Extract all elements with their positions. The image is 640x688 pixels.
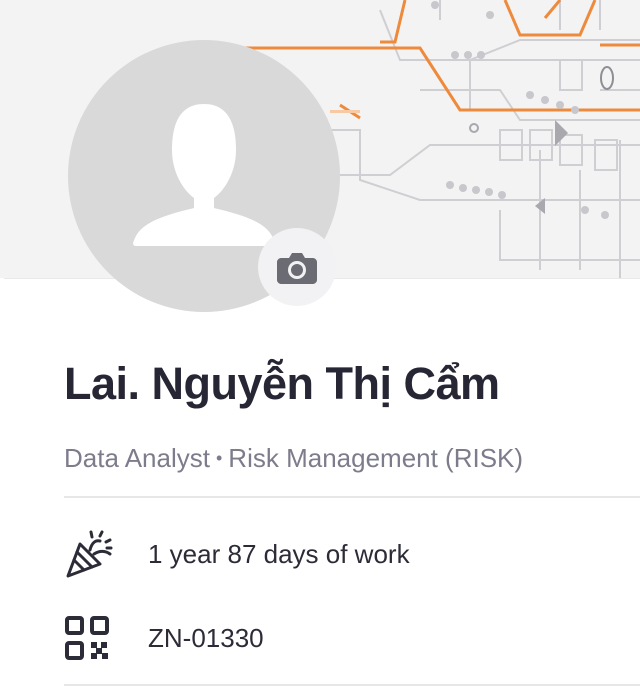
employee-name: Lai. Nguyễn Thị Cẩm xyxy=(64,358,500,409)
employee-code: ZN-01330 xyxy=(148,622,264,653)
profile-page: Lai. Nguyễn Thị Cẩm Data Analyst • Risk Ma… xyxy=(0,0,640,688)
qr-code-icon xyxy=(64,610,120,666)
party-popper-icon xyxy=(64,526,120,582)
camera-icon xyxy=(277,253,317,284)
employee-role-line: Data Analyst • Risk Management (RISK) xyxy=(64,443,523,474)
change-avatar-button[interactable] xyxy=(258,228,336,306)
job-title: Data Analyst xyxy=(64,443,210,473)
tenure-row: 1 year 87 days of work xyxy=(64,526,640,582)
separator-dot: • xyxy=(215,448,223,468)
divider xyxy=(64,496,640,498)
department: Risk Management (RISK) xyxy=(228,443,524,473)
divider xyxy=(64,684,640,686)
tenure-text: 1 year 87 days of work xyxy=(148,538,410,569)
employee-code-row: ZN-01330 xyxy=(64,610,640,666)
